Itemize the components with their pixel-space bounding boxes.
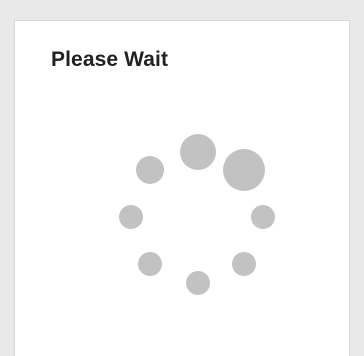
spinner-dot	[186, 271, 210, 295]
spinner-dot	[223, 149, 265, 191]
spinner-dot	[138, 252, 162, 276]
page-background: Please Wait	[0, 0, 364, 356]
spinner-dot	[232, 252, 256, 276]
spinner-dot	[251, 205, 275, 229]
spinner-dot	[136, 156, 164, 184]
loading-spinner	[0, 0, 364, 356]
spinner-dot	[180, 134, 216, 170]
spinner-dot	[119, 205, 143, 229]
